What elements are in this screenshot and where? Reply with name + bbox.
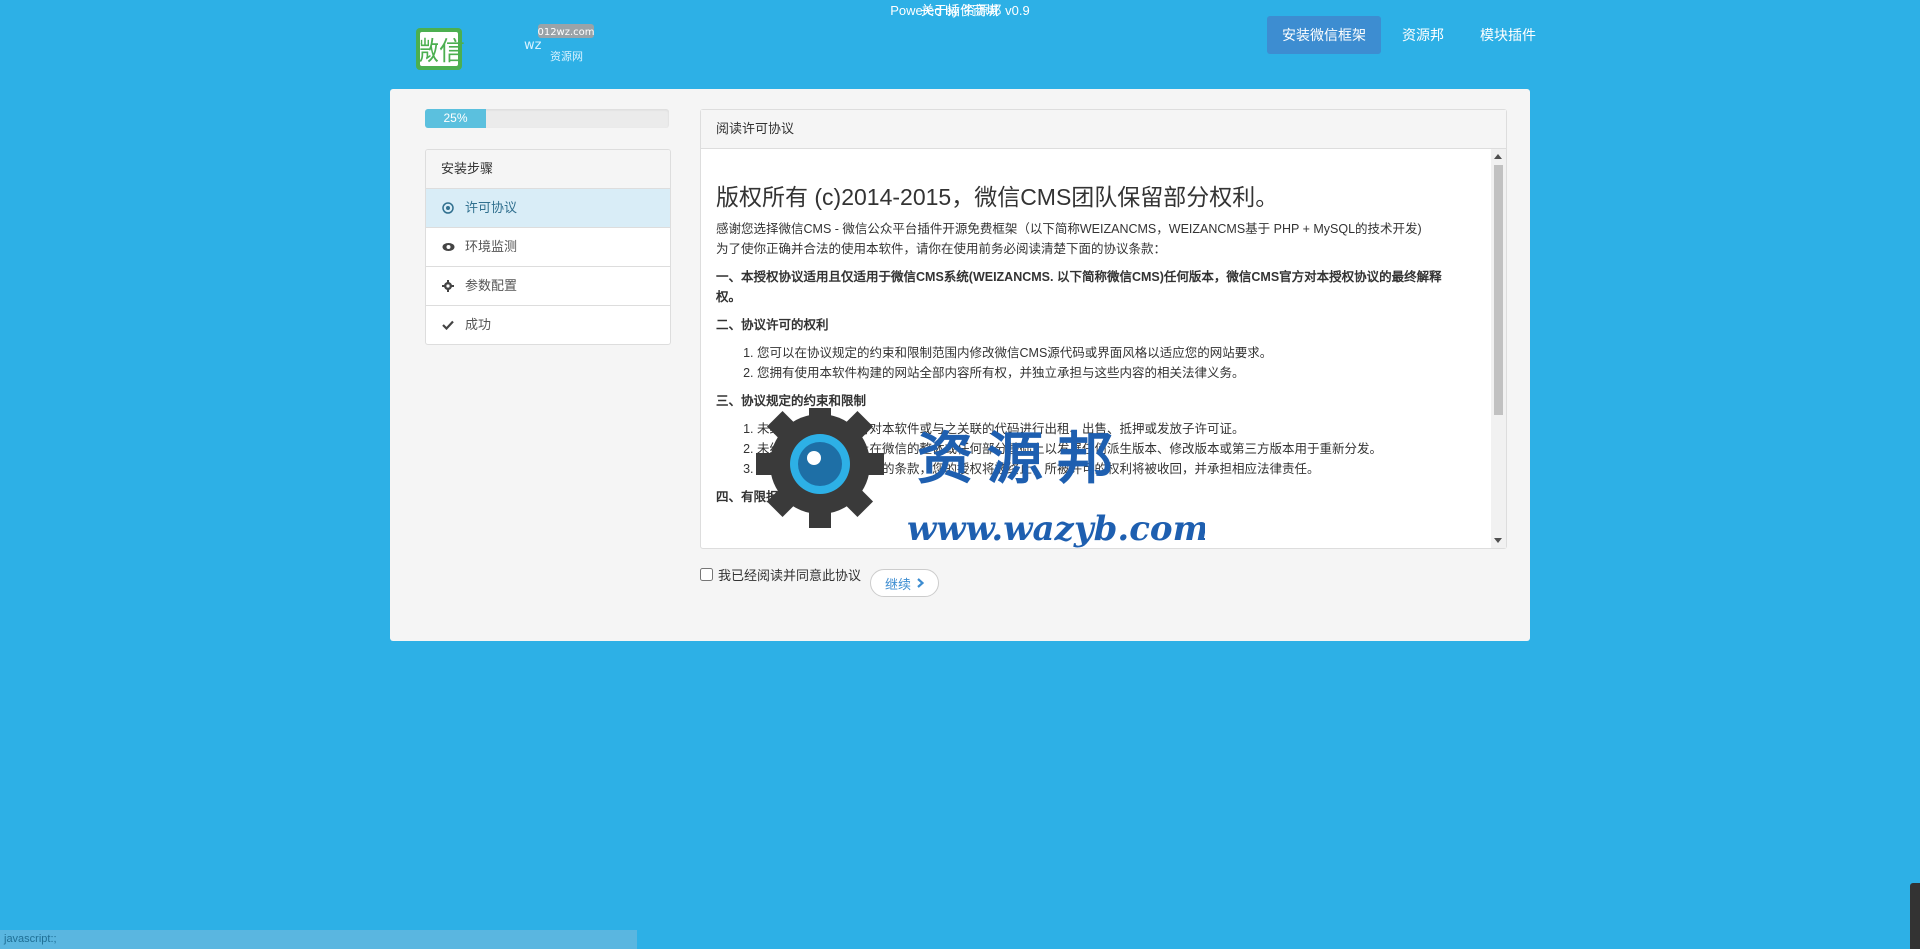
steps-title: 安装步骤	[426, 150, 670, 189]
nav-resource[interactable]: 资源邦	[1387, 16, 1459, 54]
license-intro-1: 感谢您选择微信CMS - 微信公众平台插件开源免费框架（以下简称WEIZANCM…	[716, 222, 1422, 236]
license-section-3: 三、协议规定的约束和限制	[716, 394, 867, 408]
list-item: 您可以在协议规定的约束和限制范围内修改微信CMS源代码或界面风格以适应您的网站要…	[757, 343, 1466, 363]
gear-icon	[441, 279, 455, 293]
license-section-4: 四、有限担保和免责声明	[716, 490, 854, 504]
chevron-right-icon	[917, 578, 925, 588]
license-panel-title: 阅读许可协议	[701, 110, 1506, 149]
step-env[interactable]: 环境监测	[426, 228, 670, 267]
step-license[interactable]: 许可协议	[426, 189, 670, 228]
step-label: 许可协议	[465, 200, 518, 215]
license-section-2: 二、协议许可的权利	[716, 318, 829, 332]
progress-bar: 25%	[425, 109, 486, 128]
scrollbar[interactable]	[1491, 149, 1506, 548]
eye-icon	[441, 240, 455, 254]
list-item: 如果您未能遵守本协议的条款，您的授权将被终止，所被许可的权利将被收回，并承担相应…	[757, 459, 1466, 479]
license-panel: 阅读许可协议 版权所有 (c)2014-2015，微信CMS团队保留部分权利。 …	[700, 109, 1507, 549]
logo-badge: 012wz.com	[537, 27, 594, 38]
continue-label: 继续	[885, 576, 912, 592]
nav-install[interactable]: 安装微信框架	[1267, 16, 1381, 54]
logo[interactable]: 微信 012wz.com wz 资源网	[413, 24, 606, 74]
browser-status-bar: javascript:;	[0, 930, 637, 949]
logo-sub: wz	[524, 38, 542, 53]
continue-button[interactable]: 继续	[870, 569, 940, 597]
list-item: 您拥有使用本软件构建的网站全部内容所有权，并独立承担与这些内容的相关法律义务。	[757, 363, 1466, 383]
logo-sub2: 资源网	[550, 49, 583, 63]
step-label: 成功	[465, 317, 492, 332]
agree-checkbox-label[interactable]: 我已经阅读并同意此协议	[700, 565, 861, 584]
list-item: 未经官方许可，禁止在微信的整体或任何部分基础上以发展任何派生版本、修改版本或第三…	[757, 439, 1466, 459]
step-label: 环境监测	[465, 239, 518, 254]
check-icon	[441, 318, 455, 332]
scroll-up-icon[interactable]	[1494, 154, 1502, 159]
side-widget[interactable]	[1910, 883, 1920, 949]
agree-label: 我已经阅读并同意此协议	[718, 568, 862, 583]
step-success[interactable]: 成功	[426, 306, 670, 344]
progress-track: 25%	[425, 109, 669, 128]
steps-panel: 安装步骤 许可协议 环境监测 参数配置 成功	[425, 149, 671, 345]
license-heading: 版权所有 (c)2014-2015，微信CMS团队保留部分权利。	[716, 184, 1279, 210]
install-card: 25% 安装步骤 许可协议 环境监测 参数配置 成功 阅读许可协议 版权所有 (…	[390, 89, 1530, 641]
nav-modules[interactable]: 模块插件	[1465, 16, 1551, 54]
top-nav: 安装微信框架 资源邦 模块插件	[1267, 16, 1551, 54]
list-item: 未经官方许可，不得对本软件或与之关联的代码进行出租、出售、抵押或发放子许可证。	[757, 419, 1466, 439]
step-config[interactable]: 参数配置	[426, 267, 670, 306]
logo-glyph: 微信	[416, 37, 465, 67]
agree-checkbox[interactable]	[700, 568, 713, 581]
footer-powered: Powered by 资源邦 v0.9	[890, 3, 1030, 18]
license-scroll-area[interactable]: 版权所有 (c)2014-2015，微信CMS团队保留部分权利。 感谢您选择微信…	[701, 149, 1506, 548]
scroll-down-icon[interactable]	[1494, 538, 1502, 543]
scroll-thumb[interactable]	[1494, 165, 1503, 415]
license-intro-2: 为了使你正确并合法的使用本软件，请你在使用前务必阅读清楚下面的协议条款：	[716, 242, 1167, 256]
step-label: 参数配置	[465, 278, 518, 293]
circle-check-icon	[441, 201, 455, 215]
license-section-1: 一、本授权协议适用且仅适用于微信CMS系统(WEIZANCMS. 以下简称微信C…	[716, 270, 1442, 304]
